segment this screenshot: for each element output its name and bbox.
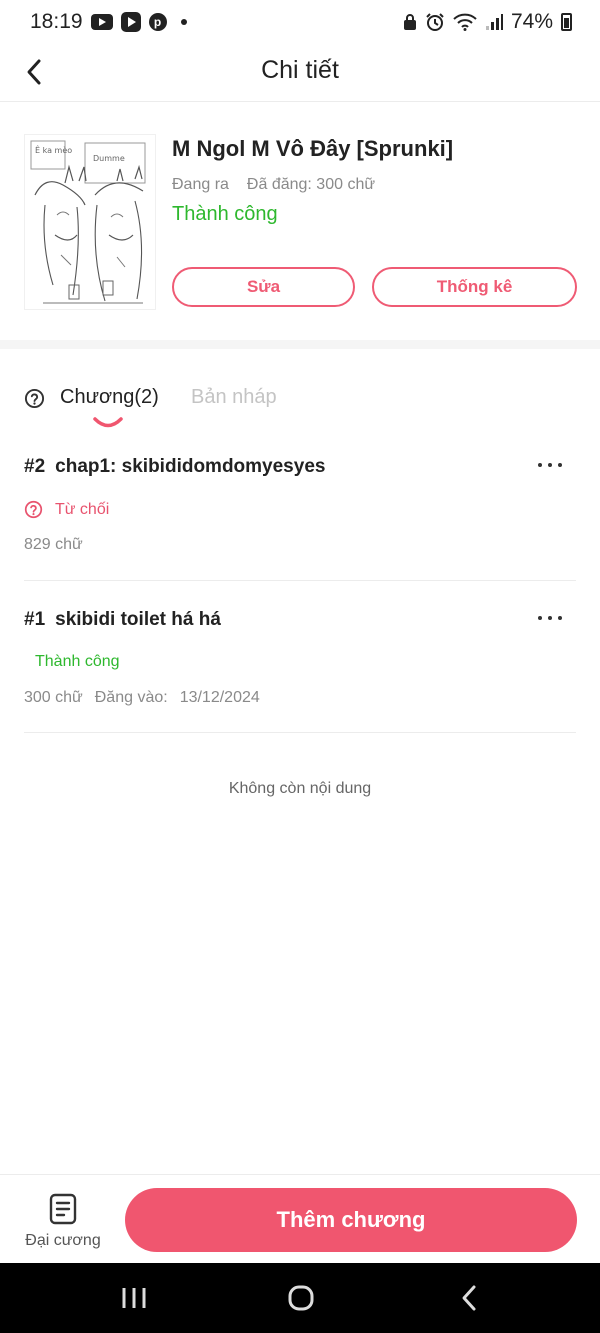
chapter-status-text: Từ chối — [55, 500, 110, 518]
cover-sketch: Ê ka mèo Dumme — [25, 135, 155, 309]
battery-percent: 74% — [510, 10, 553, 33]
chapter-title: #1 skibidi toilet há há — [24, 609, 221, 631]
page-title: Chi tiết — [261, 56, 339, 84]
question-circle-icon[interactable] — [24, 500, 43, 519]
end-of-list-text: Không còn nội dung — [228, 780, 372, 797]
notification-dot-icon — [180, 19, 187, 25]
signal-icon — [485, 14, 503, 30]
book-title: M Ngol M Vô Đây [Sprunki] — [172, 136, 454, 161]
wifi-icon — [453, 13, 477, 31]
book-summary-card: Ê ka mèo Dumme M Ngol M Vô Đây [Sprunki]… — [0, 102, 600, 340]
status-right: 74% — [403, 10, 572, 34]
chapter-status-success: Thành công — [35, 653, 120, 671]
chapter-word-count: 829 chữ — [24, 536, 83, 553]
cover-text-1: Ê ka mèo — [35, 144, 72, 155]
chapter-tabs: Chương(2) Bản nháp — [0, 372, 600, 432]
more-options-icon[interactable] — [538, 460, 562, 470]
home-button[interactable] — [281, 1283, 321, 1313]
chapter-word-count: 300 chữ — [24, 689, 83, 706]
chapter-title: #2 chap1: skibididomdomyesyes — [24, 456, 325, 478]
book-state: Đang ra — [172, 176, 229, 193]
recent-apps-icon — [122, 1288, 146, 1308]
youtube-icon — [90, 14, 113, 30]
status-left: 18:19 p — [30, 10, 187, 34]
section-divider — [0, 340, 600, 349]
edit-button[interactable]: Sửa — [172, 267, 355, 307]
system-back-button[interactable] — [449, 1283, 489, 1313]
chapter-number: #2 — [24, 456, 46, 477]
more-options-icon[interactable] — [538, 613, 562, 623]
chapter-status-text: Thành công — [35, 653, 120, 670]
stats-button[interactable]: Thống kê — [372, 267, 577, 307]
alarm-icon — [426, 13, 444, 31]
status-bar: 18:19 p 74% — [0, 0, 600, 44]
tab-drafts[interactable]: Bản nháp — [191, 386, 277, 409]
question-circle-icon[interactable] — [24, 388, 45, 409]
chapter-posted-date: 13/12/2024 — [179, 689, 260, 706]
outline-label: Đại cương — [25, 1232, 101, 1249]
battery-icon — [561, 13, 572, 31]
recent-apps-button[interactable] — [114, 1283, 154, 1313]
add-chapter-button[interactable]: Thêm chương — [125, 1188, 577, 1252]
outline-button[interactable]: Đại cương — [18, 1189, 108, 1253]
book-cover-image[interactable]: Ê ka mèo Dumme — [24, 134, 156, 310]
chapter-row[interactable]: #1 skibidi toilet há há Thành công 300 ch… — [24, 593, 576, 733]
book-status: Thành công — [172, 203, 278, 225]
chapter-row[interactable]: #2 chap1: skibididomdomyesyes Từ chối 829… — [24, 440, 576, 581]
chapter-meta: 829 chữ — [24, 536, 83, 554]
back-arrow-icon — [462, 1285, 476, 1311]
chapter-posted-label: Đăng vào: — [94, 689, 168, 706]
chapter-name: skibidi toilet há há — [55, 609, 221, 630]
lock-icon — [403, 14, 416, 30]
cover-text-2: Dumme — [93, 154, 125, 163]
system-nav-bar — [0, 1263, 600, 1333]
status-time: 18:19 — [30, 10, 83, 33]
top-app-bar: Chi tiết — [0, 44, 600, 102]
chapter-meta: 300 chữ Đăng vào: 13/12/2024 — [24, 689, 260, 707]
chapter-status-rejected: Từ chối — [24, 500, 109, 519]
book-word-count: Đã đăng: 300 chữ — [246, 176, 376, 193]
document-list-icon — [49, 1193, 77, 1225]
book-meta: Đang ra Đã đăng: 300 chữ — [172, 176, 375, 194]
chapter-name: chap1: skibididomdomyesyes — [55, 456, 326, 477]
play-store-icon — [120, 12, 141, 32]
pinterest-icon: p — [148, 13, 167, 31]
chapter-number: #1 — [24, 609, 46, 630]
home-icon — [288, 1285, 314, 1311]
tab-chapters[interactable]: Chương(2) — [60, 386, 159, 409]
active-tab-indicator — [93, 417, 123, 428]
bottom-action-bar: Đại cương Thêm chương — [0, 1174, 600, 1263]
